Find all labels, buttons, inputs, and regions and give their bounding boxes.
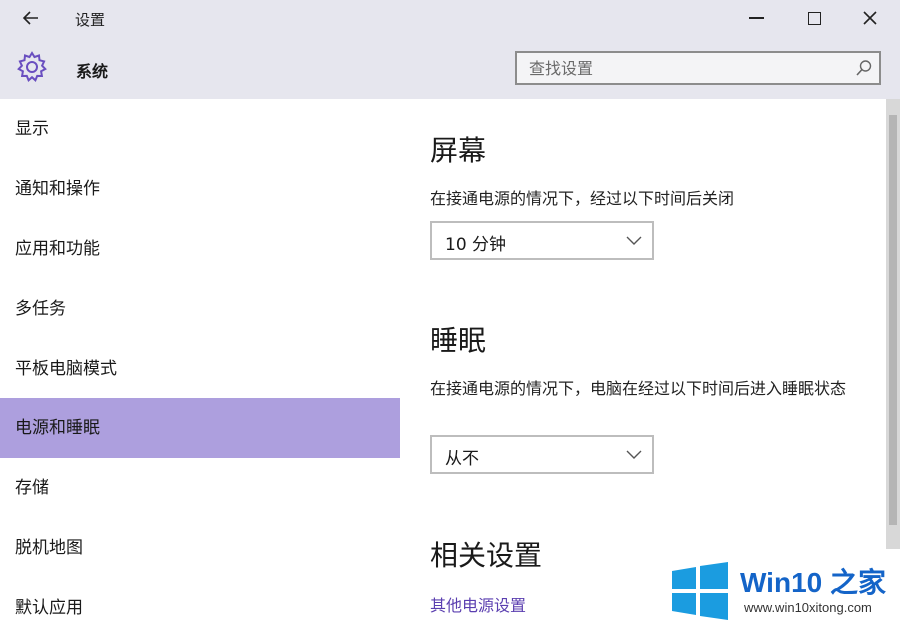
window-title: 设置 — [75, 11, 106, 29]
search-input[interactable] — [517, 53, 849, 83]
watermark-title: Win10 之家 — [740, 567, 886, 598]
maximize-button[interactable] — [789, 0, 839, 36]
close-icon — [863, 11, 877, 25]
search-box[interactable] — [515, 51, 881, 85]
sidebar-item-label: 平板电脑模式 — [15, 359, 117, 379]
sidebar-item-multitasking[interactable]: 多任务 — [0, 279, 400, 339]
scrollbar[interactable] — [886, 99, 900, 549]
section-title: 系统 — [76, 62, 109, 81]
back-button[interactable] — [14, 4, 48, 32]
sidebar-item-tablet-mode[interactable]: 平板电脑模式 — [0, 339, 400, 399]
sidebar-item-label: 多任务 — [15, 299, 66, 319]
sidebar-item-display[interactable]: 显示 — [0, 99, 400, 159]
sidebar-item-offline-maps[interactable]: 脱机地图 — [0, 518, 400, 578]
minimize-button[interactable] — [731, 0, 781, 36]
sidebar-item-power-sleep[interactable]: 电源和睡眠 — [0, 398, 400, 458]
sidebar-item-notifications[interactable]: 通知和操作 — [0, 159, 400, 219]
sidebar: 显示 通知和操作 应用和功能 多任务 平板电脑模式 电源和睡眠 存储 脱机地图 … — [0, 99, 400, 633]
windows-logo-icon — [672, 562, 728, 620]
screen-timeout-value: 10 分钟 — [445, 235, 507, 255]
sidebar-item-label: 通知和操作 — [15, 179, 100, 199]
sleep-timeout-dropdown[interactable]: 从不 — [430, 435, 654, 474]
sidebar-item-label: 电源和睡眠 — [15, 418, 100, 438]
sidebar-item-apps[interactable]: 应用和功能 — [0, 219, 400, 279]
settings-header: 系统 — [0, 38, 900, 99]
sidebar-item-label: 显示 — [15, 119, 49, 139]
sidebar-item-storage[interactable]: 存储 — [0, 458, 400, 518]
title-bar: 设置 — [0, 0, 900, 38]
watermark: Win10 之家 www.win10xitong.com — [660, 549, 900, 633]
sidebar-item-default-apps[interactable]: 默认应用 — [0, 578, 400, 638]
search-icon[interactable] — [855, 59, 873, 77]
related-settings-heading: 相关设置 — [430, 539, 543, 572]
scrollbar-thumb[interactable] — [889, 115, 897, 525]
watermark-url: www.win10xitong.com — [744, 600, 872, 615]
additional-power-settings-link[interactable]: 其他电源设置 — [430, 592, 526, 616]
minimize-icon — [748, 17, 764, 19]
chevron-down-icon — [626, 236, 642, 245]
sleep-timeout-value: 从不 — [445, 449, 479, 469]
sleep-description: 在接通电源的情况下，电脑在经过以下时间后进入睡眠状态 — [430, 379, 847, 398]
maximize-icon — [807, 11, 821, 25]
screen-timeout-dropdown[interactable]: 10 分钟 — [430, 221, 654, 260]
sidebar-item-label: 脱机地图 — [15, 538, 83, 558]
gear-icon — [17, 51, 47, 83]
chevron-down-icon — [626, 450, 642, 459]
sidebar-item-label: 应用和功能 — [15, 239, 100, 259]
sidebar-item-label: 默认应用 — [15, 598, 83, 618]
close-button[interactable] — [845, 0, 895, 36]
screen-heading: 屏幕 — [430, 134, 487, 167]
screen-description: 在接通电源的情况下，经过以下时间后关闭 — [430, 189, 735, 208]
sidebar-item-label: 存储 — [15, 478, 49, 498]
back-arrow-icon — [22, 11, 38, 25]
sleep-heading: 睡眠 — [430, 324, 487, 357]
